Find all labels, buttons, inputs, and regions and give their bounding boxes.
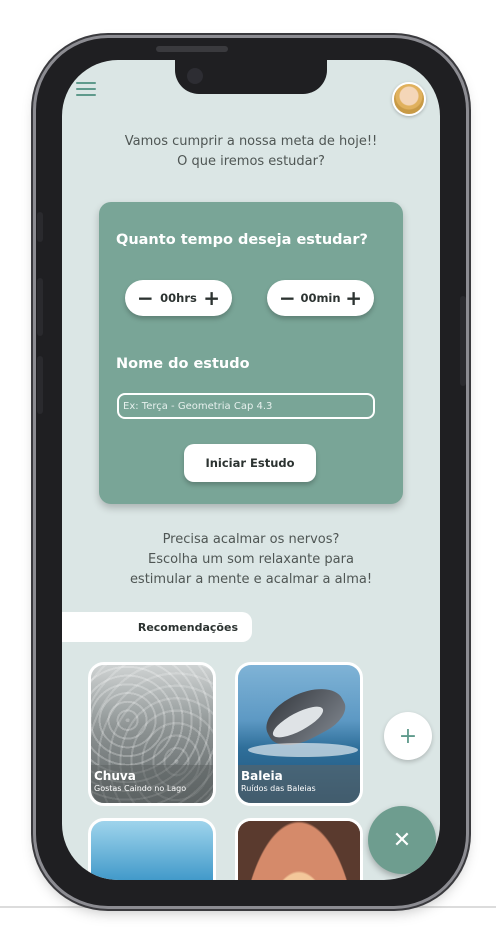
cave-image <box>238 821 360 880</box>
relax-line-1: Precisa acalmar os nervos? <box>162 532 340 547</box>
relax-line-3: estimular a mente e acalmar a alma! <box>129 572 373 587</box>
minutes-decrement-button[interactable]: − <box>279 288 296 308</box>
hours-stepper: − 00hrs + <box>125 280 232 316</box>
phone-notch <box>175 60 327 94</box>
phone-silent-switch <box>37 212 43 242</box>
close-icon[interactable]: ✕ <box>368 806 436 874</box>
minutes-stepper: − 00min + <box>267 280 374 316</box>
phone-volume-down-button <box>37 356 43 414</box>
minutes-increment-button[interactable]: + <box>345 288 362 308</box>
relax-line-2: Escolha um som relaxante para <box>148 552 354 567</box>
sound-card-title: Baleia <box>241 769 283 783</box>
study-duration-title: Quanto tempo deseja estudar? <box>116 232 368 248</box>
hamburger-menu-icon[interactable] <box>76 82 96 98</box>
sound-card-subtitle: Gostas Caindo no Lago <box>94 784 187 793</box>
user-avatar[interactable] <box>392 82 426 116</box>
sound-card-subtitle: Ruídos das Baleias <box>241 784 316 793</box>
sound-card-whale[interactable]: Baleia Ruídos das Baleias <box>235 662 363 806</box>
phone-speaker <box>156 46 228 52</box>
wave-image <box>91 821 213 880</box>
study-setup-card: Quanto tempo deseja estudar? − 00hrs + −… <box>99 202 403 504</box>
front-camera <box>187 68 203 84</box>
floor-shadow-line <box>0 906 496 908</box>
sound-card-caption: Chuva Gostas Caindo no Lago <box>91 765 213 803</box>
hours-decrement-button[interactable]: − <box>137 288 154 308</box>
study-name-label: Nome do estudo <box>116 356 250 372</box>
sound-card-caption: Baleia Ruídos das Baleias <box>238 765 360 803</box>
intro-line-1: Vamos cumprir a nossa meta de hoje!! <box>124 134 378 149</box>
hours-increment-button[interactable]: + <box>203 288 220 308</box>
intro-text: Vamos cumprir a nossa meta de hoje!! O q… <box>62 132 440 172</box>
phone-volume-up-button <box>37 278 43 336</box>
hours-value: 00hrs <box>160 291 197 305</box>
intro-line-2: O que iremos estudar? <box>177 154 325 169</box>
minutes-value: 00min <box>300 291 341 305</box>
study-name-input[interactable] <box>117 393 375 419</box>
start-study-button[interactable]: Iniciar Estudo <box>184 444 316 482</box>
add-button[interactable]: + <box>384 712 432 760</box>
sound-card-cave[interactable] <box>235 818 363 880</box>
sound-card-rain[interactable]: Chuva Gostas Caindo no Lago <box>88 662 216 806</box>
sound-card-wave[interactable] <box>88 818 216 880</box>
phone-power-button <box>460 296 466 386</box>
relax-text: Precisa acalmar os nervos? Escolha um so… <box>62 530 440 590</box>
recommendations-label: Recomendações <box>62 612 252 642</box>
sound-card-title: Chuva <box>94 769 136 783</box>
app-screen: Vamos cumprir a nossa meta de hoje!! O q… <box>62 60 440 880</box>
